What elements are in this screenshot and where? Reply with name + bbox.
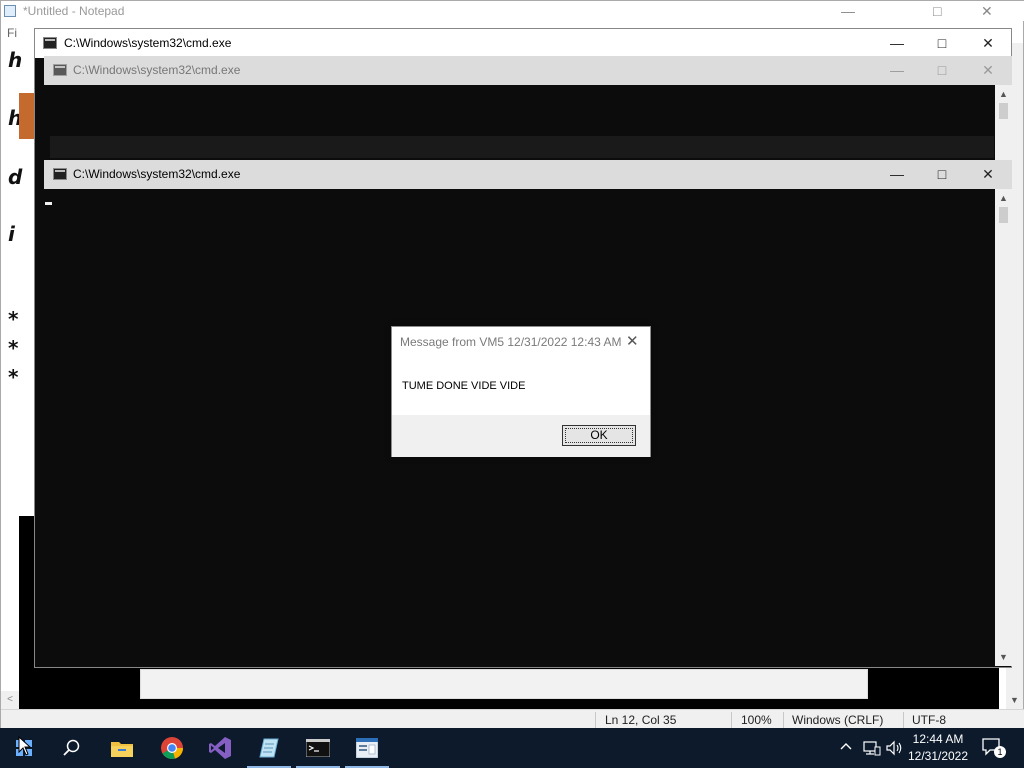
maximize-icon[interactable]: □ [932, 164, 952, 184]
close-icon[interactable]: ✕ [981, 3, 993, 20]
dialog-footer: OK [392, 415, 650, 457]
status-line-ending: Windows (CRLF) [792, 713, 884, 727]
dialog-title: Message from VM5 12/31/2022 12:43 AM [400, 335, 622, 349]
embedded-light-panel [140, 669, 868, 699]
scroll-up-arrow-icon[interactable]: ▲ [995, 191, 1012, 205]
maximize-icon[interactable]: □ [933, 3, 941, 19]
maximize-icon[interactable]: □ [932, 33, 952, 53]
close-icon[interactable]: ✕ [978, 60, 998, 80]
cmd-scrollbar[interactable]: ▲ ▼ [995, 189, 1012, 666]
scroll-down-arrow-icon[interactable]: ▼ [1006, 693, 1023, 707]
maximize-icon[interactable]: □ [932, 60, 952, 80]
volume-icon[interactable] [886, 740, 904, 756]
status-divider [903, 712, 904, 728]
ghost-window-strip [50, 136, 994, 158]
minimize-icon[interactable]: — [887, 60, 907, 80]
action-center-button[interactable]: 1 [982, 738, 1006, 758]
text-line: * [8, 307, 19, 331]
start-button[interactable] [0, 728, 48, 768]
document-icon [356, 738, 378, 758]
cmd-window-middle[interactable]: C:\Windows\system32\cmd.exe — □ ✕ ▲ [44, 56, 1012, 164]
notepad-titlebar[interactable]: *Untitled - Notepad — □ ✕ [1, 1, 1024, 21]
status-divider [595, 712, 596, 728]
cmd-titlebar[interactable]: C:\Windows\system32\cmd.exe — □ ✕ [44, 56, 1012, 85]
taskbar-file-explorer[interactable] [98, 728, 146, 768]
file-explorer-icon [111, 742, 133, 757]
focus-rectangle [565, 428, 633, 443]
notepad-menubar: Fi [1, 23, 36, 43]
cmd-titlebar[interactable]: C:\Windows\system32\cmd.exe — □ ✕ [44, 160, 1012, 189]
visual-studio-icon [209, 737, 231, 759]
clock-time[interactable]: 12:44 AM [905, 732, 971, 746]
status-position: Ln 12, Col 35 [605, 713, 677, 727]
cmd-icon [53, 168, 67, 180]
cmd-icon [306, 739, 330, 757]
cmd-icon [53, 64, 67, 76]
taskbar-visual-studio[interactable] [196, 728, 244, 768]
status-divider [731, 712, 732, 728]
taskbar-document-app[interactable] [343, 728, 391, 768]
taskbar-cmd[interactable] [294, 728, 342, 768]
notepad-icon [4, 5, 16, 17]
notepad-title: *Untitled - Notepad [23, 4, 125, 18]
scroll-left-arrow-icon[interactable]: < [1, 691, 19, 709]
mouse-pointer-icon [18, 736, 32, 756]
close-icon[interactable]: ✕ [978, 33, 998, 53]
cmd-title: C:\Windows\system32\cmd.exe [73, 63, 241, 77]
clock-date[interactable]: 12/31/2022 [905, 749, 971, 763]
text-line: h [8, 48, 23, 72]
notification-count-badge: 1 [994, 746, 1006, 758]
notepad-text-area[interactable]: h h d i * * * [1, 43, 23, 513]
taskbar-chrome[interactable] [148, 728, 196, 768]
minimize-icon[interactable]: — [887, 33, 907, 53]
chrome-icon [161, 737, 183, 759]
taskbar-notepad[interactable] [245, 728, 293, 768]
status-divider [783, 712, 784, 728]
search-button[interactable] [48, 728, 96, 768]
scroll-down-arrow-icon[interactable]: ▼ [995, 650, 1012, 664]
scroll-thumb[interactable] [999, 103, 1008, 119]
text-line: i [8, 222, 15, 246]
network-icon[interactable] [863, 740, 881, 756]
notepad-statusbar: Ln 12, Col 35 100% Windows (CRLF) UTF-8 [1, 709, 1024, 729]
cmd-titlebar[interactable]: C:\Windows\system32\cmd.exe — □ ✕ [35, 29, 1011, 58]
ok-button[interactable]: OK [562, 425, 636, 446]
status-zoom: 100% [741, 713, 772, 727]
scroll-thumb[interactable] [999, 207, 1008, 223]
dialog-message: TUME DONE VIDE VIDE [402, 380, 526, 392]
menu-file[interactable]: Fi [7, 26, 17, 40]
close-icon[interactable]: ✕ [978, 164, 998, 184]
scroll-up-arrow-icon[interactable]: ▲ [995, 87, 1012, 101]
minimize-icon[interactable]: — [887, 164, 907, 184]
cmd-title: C:\Windows\system32\cmd.exe [73, 167, 241, 181]
status-encoding: UTF-8 [912, 713, 946, 727]
console-cursor [45, 202, 52, 205]
message-dialog: Message from VM5 12/31/2022 12:43 AM ✕ T… [391, 326, 651, 457]
text-line: d [8, 165, 23, 189]
search-icon [63, 739, 80, 756]
minimize-icon[interactable]: — [841, 3, 855, 19]
text-line: * [8, 365, 19, 389]
close-icon[interactable]: ✕ [626, 332, 639, 350]
text-line: * [8, 336, 19, 360]
chevron-up-icon[interactable] [840, 741, 852, 753]
cmd-scrollbar[interactable]: ▲ [995, 85, 1012, 164]
cmd-icon [43, 37, 57, 49]
notepad-icon [259, 738, 279, 758]
taskbar: 12:44 AM 12/31/2022 1 [0, 728, 1024, 768]
cmd-title: C:\Windows\system32\cmd.exe [64, 36, 232, 50]
orange-highlight-block [19, 93, 35, 139]
